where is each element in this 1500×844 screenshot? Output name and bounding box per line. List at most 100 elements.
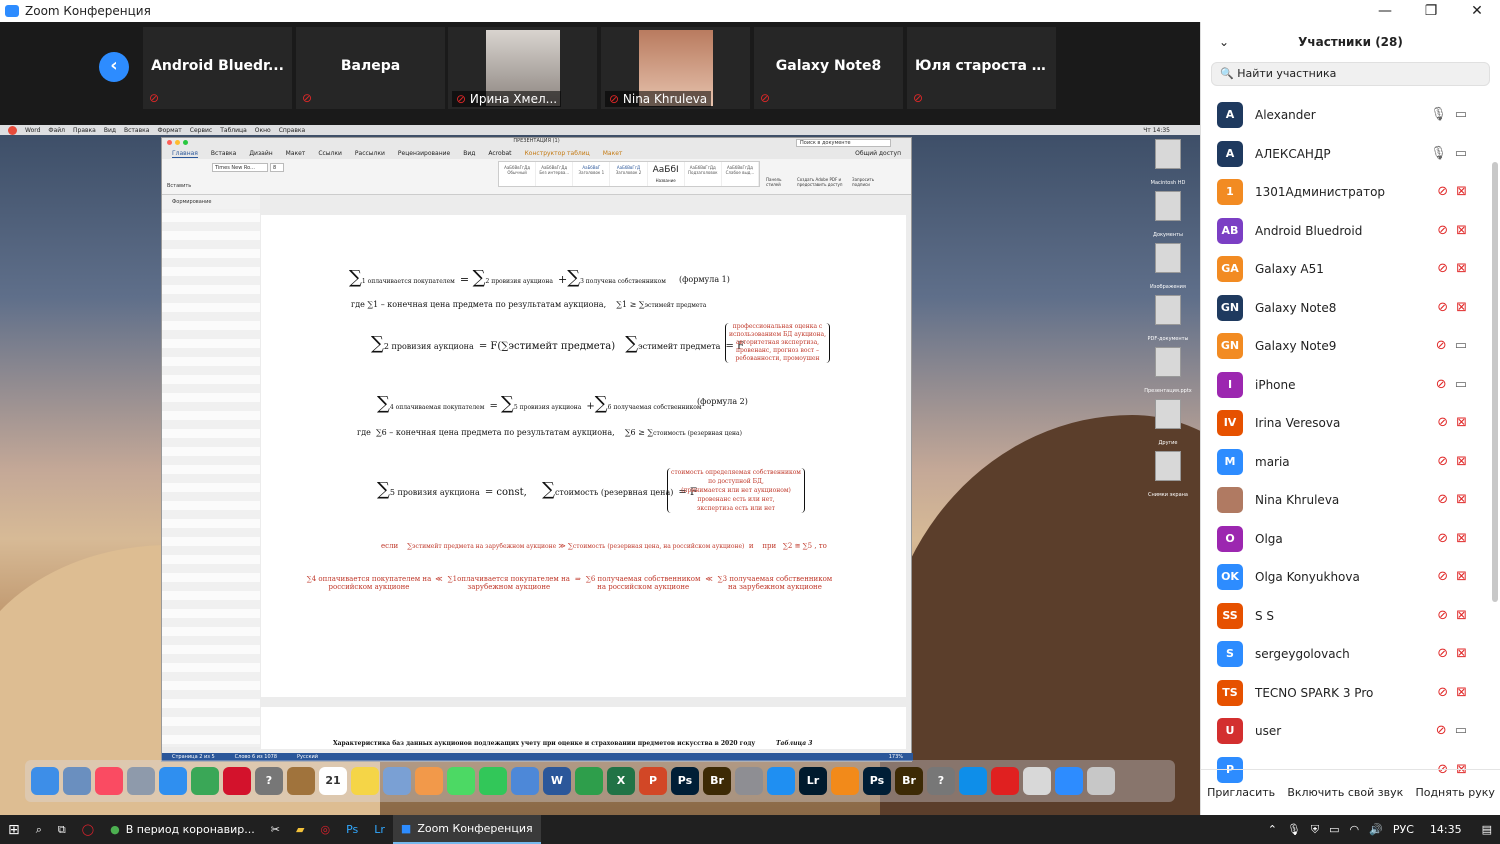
mac-menu-tools[interactable]: Сервис — [190, 127, 212, 134]
muted-mic-icon[interactable]: ⊘ — [1437, 415, 1448, 430]
desktop-icon[interactable]: Другие — [1143, 399, 1193, 451]
muted-mic-icon[interactable]: ⊘ — [1437, 646, 1448, 661]
camera-off-icon[interactable]: ⊠ — [1456, 685, 1467, 700]
mac-menu-file[interactable]: Файл — [48, 127, 65, 134]
lightroom-icon[interactable]: Lr — [799, 767, 827, 795]
microphone-icon[interactable]: 🎙 — [1287, 823, 1301, 836]
tab-mailings[interactable]: Рассылки — [355, 150, 385, 157]
camera-off-icon[interactable]: ⊠ — [1456, 300, 1467, 315]
style-heading-2[interactable]: АаБбВвГгД Заголовок 2 — [610, 162, 648, 186]
desktop-icon[interactable]: Изображения — [1143, 243, 1193, 295]
muted-mic-icon[interactable]: ⊘ — [1436, 338, 1447, 353]
battery-icon[interactable]: ▭ — [1329, 823, 1339, 836]
unknown2-icon[interactable]: ? — [927, 767, 955, 795]
camera-off-icon[interactable]: ⊠ — [1456, 261, 1467, 276]
participant-row[interactable]: Ssergeygolovach ⊘ ⊠ — [1201, 635, 1489, 674]
video-tile[interactable]: Юля староста А... ⊘ — [907, 27, 1056, 109]
muted-mic-icon[interactable]: ⊘ — [1436, 377, 1447, 392]
style-title[interactable]: АаБбІ Название — [648, 162, 685, 186]
keynote-icon[interactable] — [511, 767, 539, 795]
mac-menu-insert[interactable]: Вставка — [124, 127, 149, 134]
apple-icon[interactable] — [8, 125, 17, 135]
styles-pane-button[interactable]: Панель стилей — [766, 177, 788, 187]
chrome-icon[interactable] — [191, 767, 219, 795]
style-normal[interactable]: АаБбВвГгДд Обычный — [499, 162, 537, 186]
snipping-tool-icon[interactable]: ✂ — [263, 815, 288, 844]
opera-icon[interactable] — [223, 767, 251, 795]
muted-mic-icon[interactable]: ⊘ — [1437, 608, 1448, 623]
style-no-spacing[interactable]: АаБбВвГгДд Без интерва... — [536, 162, 574, 186]
muted-mic-icon[interactable]: ⊘ — [1437, 492, 1448, 507]
opera-icon[interactable]: ◯ — [74, 815, 102, 844]
mac-menu-table[interactable]: Таблица — [220, 127, 247, 134]
desktop-icon[interactable]: Презентация.pptx — [1143, 347, 1193, 399]
language-indicator[interactable]: РУС — [1393, 823, 1414, 836]
app-icon[interactable]: ◎ — [312, 815, 338, 844]
desktop-icon[interactable]: Macintosh HD — [1143, 139, 1193, 191]
archive-icon[interactable] — [1023, 767, 1051, 795]
chevron-down-icon[interactable]: ⌄ — [1219, 22, 1229, 62]
mac-menu-word[interactable]: Word — [25, 127, 40, 134]
video-tile[interactable]: Валера ⊘ — [296, 27, 445, 109]
participant-row[interactable]: Uuser ⊘ ▭ — [1201, 712, 1489, 751]
camera-off-icon[interactable]: ⊠ — [1456, 223, 1467, 238]
zoom-icon[interactable] — [1055, 767, 1083, 795]
photos-icon[interactable] — [415, 767, 443, 795]
bridge-icon[interactable]: Br — [703, 767, 731, 795]
camera-off-icon[interactable]: ⊠ — [1456, 569, 1467, 584]
scrollbar[interactable] — [1492, 162, 1498, 602]
font-size-field[interactable]: 8 — [270, 163, 284, 172]
request-signatures-button[interactable]: Запросить подписи — [852, 177, 882, 187]
tab-table-layout[interactable]: Макет — [603, 150, 623, 157]
settings-icon[interactable] — [735, 767, 763, 795]
security-icon[interactable]: ⛨ — [1311, 823, 1319, 837]
camera-off-icon[interactable]: ⊠ — [1456, 646, 1467, 661]
camera-off-icon[interactable]: ⊠ — [1456, 608, 1467, 623]
camera-icon[interactable]: ▭ — [1455, 338, 1467, 353]
calendar-icon[interactable]: 21 — [319, 767, 347, 795]
participant-row[interactable]: OK Olga Konyukhova ⊘ ⊠ — [1201, 558, 1489, 597]
photoshop2-icon[interactable]: Ps — [863, 767, 891, 795]
tray-chevron-icon[interactable]: ⌃ — [1268, 823, 1277, 836]
tab-insert[interactable]: Вставка — [211, 150, 236, 157]
desktop-icon[interactable]: PDF-документы — [1143, 295, 1193, 347]
launchpad-icon[interactable] — [127, 767, 155, 795]
participant-row[interactable]: AB Android Bluedroid ⊘ ⊠ — [1201, 212, 1489, 251]
participant-row[interactable]: GN Galaxy Note8 ⊘ ⊠ — [1201, 289, 1489, 328]
camera-icon[interactable]: ▭ — [1455, 107, 1467, 122]
participant-row[interactable]: IV Irina Veresova ⊘ ⊠ — [1201, 404, 1489, 443]
style-subtle-emphasis[interactable]: АаБбВвГгДд Слабое выд... — [722, 162, 759, 186]
tab-design[interactable]: Дизайн — [249, 150, 272, 157]
microphone-icon[interactable]: 🎙 — [1430, 107, 1447, 122]
video-tile[interactable]: Android Bluedr... ⊘ — [143, 27, 292, 109]
word-minimize-button[interactable] — [175, 140, 180, 145]
excel-icon[interactable]: X — [607, 767, 635, 795]
video-tile[interactable]: Galaxy Note8 ⊘ — [754, 27, 903, 109]
taskbar-browser-app[interactable]: ● В период коронавир... — [102, 815, 263, 844]
close-button[interactable]: ✕ — [1454, 0, 1500, 22]
document-search-input[interactable]: Поиск в документе — [796, 139, 891, 147]
muted-mic-icon[interactable]: ⊘ — [1437, 184, 1448, 199]
mac-menu-view[interactable]: Вид — [104, 127, 116, 134]
word-icon[interactable]: W — [543, 767, 571, 795]
desktop-icon[interactable]: Снимки экрана — [1143, 451, 1193, 503]
vlc-icon[interactable] — [831, 767, 859, 795]
photoshop-taskbar-icon[interactable]: Ps — [338, 815, 366, 844]
facetime-icon[interactable] — [479, 767, 507, 795]
participant-row[interactable]: SS S S ⊘ ⊠ — [1201, 597, 1489, 636]
maximize-button[interactable]: ❐ — [1408, 0, 1454, 22]
participant-row[interactable]: Mmaria ⊘ ⊠ — [1201, 443, 1489, 482]
volume-icon[interactable]: 🔊 — [1369, 823, 1383, 836]
task-view-icon[interactable]: ⧉ — [50, 815, 74, 844]
participant-row[interactable]: A Alexander 🎙 ▭ — [1201, 96, 1489, 135]
windows-start-icon[interactable]: ⊞ — [0, 815, 28, 844]
muted-mic-icon[interactable]: ⊘ — [1437, 300, 1448, 315]
muted-mic-icon[interactable]: ⊘ — [1436, 723, 1447, 738]
invite-button[interactable]: Пригласить — [1207, 786, 1275, 799]
font-name-field[interactable]: Times New Ro... — [212, 163, 268, 172]
word-close-button[interactable] — [167, 140, 172, 145]
folder-icon[interactable]: ▰ — [288, 815, 312, 844]
minimize-button[interactable]: — — [1362, 0, 1408, 22]
camera-icon[interactable]: ▭ — [1455, 377, 1467, 392]
tab-layout[interactable]: Макет — [286, 150, 306, 157]
